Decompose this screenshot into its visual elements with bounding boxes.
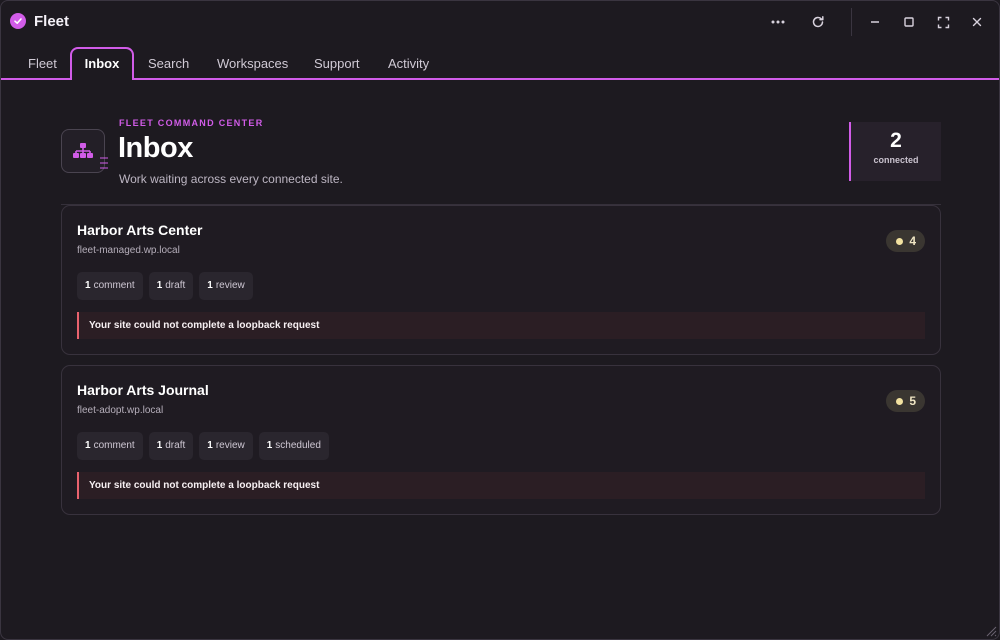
site-name[interactable]: Harbor Arts Center (77, 222, 203, 238)
chip-count: 1 (266, 440, 273, 451)
chip-count: 1 (207, 440, 213, 451)
page-eyebrow: FLEET COMMAND CENTER (119, 118, 264, 128)
chip-count: 1 (85, 280, 91, 291)
connected-label: connected (873, 155, 919, 165)
tick-marks-decoration (100, 157, 108, 169)
chip-review[interactable]: 1 review (199, 432, 253, 460)
chip-label: comment (93, 440, 135, 451)
site-host: fleet-adopt.wp.local (77, 405, 164, 416)
title-bar: Fleet (1, 1, 999, 43)
maximize-icon[interactable] (897, 10, 921, 34)
app-title: Fleet (34, 13, 70, 30)
chip-draft[interactable]: 1 draft (148, 432, 194, 460)
chip-label: scheduled (275, 440, 321, 451)
chip-count: 1 (156, 280, 163, 291)
pending-count-badge: 4 (886, 230, 925, 252)
titlebar-separator (851, 8, 852, 36)
resize-grip-icon[interactable] (983, 623, 997, 637)
chip-label: review (215, 280, 245, 291)
pending-count-badge: 5 (886, 390, 925, 412)
page-subtitle: Work waiting across every connected site… (119, 172, 343, 186)
work-chips: 1 comment 1 draft 1 review 1 scheduled (77, 432, 329, 460)
chip-label: draft (165, 440, 186, 451)
status-dot-icon (896, 237, 904, 245)
chip-count: 1 (207, 280, 213, 291)
chip-label: review (215, 440, 245, 451)
sitemap-icon (61, 129, 105, 173)
connected-count: 2 (890, 129, 902, 152)
tab-bar: Fleet Inbox Search Workspaces Support Ac… (1, 47, 999, 80)
site-host: fleet-managed.wp.local (77, 245, 180, 256)
more-icon[interactable] (766, 10, 790, 34)
pending-count: 4 (909, 234, 916, 248)
work-chips: 1 comment 1 draft 1 review (77, 272, 253, 300)
chip-label: comment (93, 280, 135, 291)
tab-support[interactable]: Support (314, 47, 360, 80)
page-title: Inbox (118, 132, 193, 164)
tab-search[interactable]: Search (148, 47, 189, 80)
pending-count: 5 (909, 394, 916, 408)
chip-draft[interactable]: 1 draft (148, 272, 194, 300)
site-name[interactable]: Harbor Arts Journal (77, 382, 209, 398)
close-icon[interactable] (965, 10, 989, 34)
app-window: Fleet Fleet Inbox Search Workspaces Supp… (0, 0, 1000, 640)
chip-count: 1 (85, 440, 91, 451)
tab-inbox[interactable]: Inbox (70, 47, 134, 80)
status-dot-icon (896, 397, 904, 405)
fullscreen-icon[interactable] (931, 10, 955, 34)
site-health-alert[interactable]: Your site could not complete a loopback … (77, 472, 925, 499)
site-card[interactable]: Harbor Arts Journal fleet-adopt.wp.local… (61, 365, 941, 515)
connected-stat: 2 connected (849, 122, 941, 181)
site-card[interactable]: Harbor Arts Center fleet-managed.wp.loca… (61, 205, 941, 355)
tab-workspaces[interactable]: Workspaces (217, 47, 288, 80)
site-health-alert[interactable]: Your site could not complete a loopback … (77, 312, 925, 339)
tab-fleet[interactable]: Fleet (28, 47, 57, 80)
chip-comment[interactable]: 1 comment (77, 272, 143, 300)
check-circle-icon (10, 13, 26, 29)
chip-scheduled[interactable]: 1 scheduled (258, 432, 329, 460)
chip-label: draft (165, 280, 186, 291)
chip-comment[interactable]: 1 comment (77, 432, 143, 460)
tab-activity[interactable]: Activity (388, 47, 429, 80)
minimize-icon[interactable] (863, 10, 887, 34)
refresh-icon[interactable] (806, 10, 830, 34)
chip-review[interactable]: 1 review (199, 272, 253, 300)
chip-count: 1 (156, 440, 163, 451)
